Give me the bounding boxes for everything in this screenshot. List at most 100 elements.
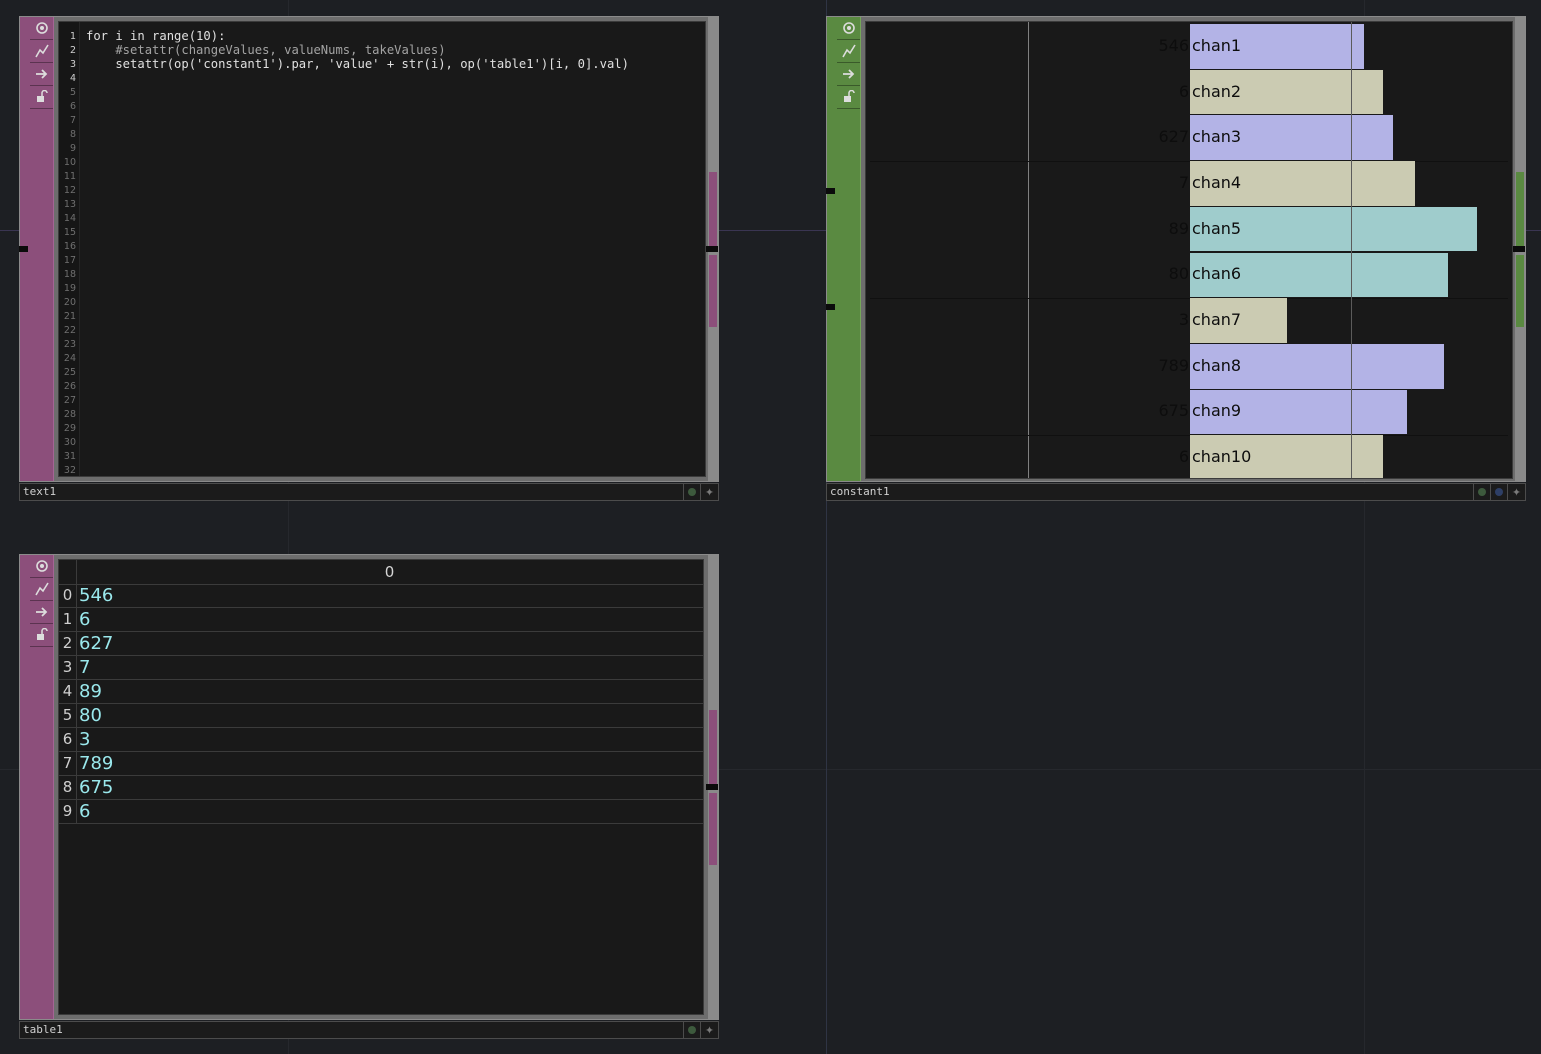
table-cell[interactable]: 80 bbox=[79, 704, 102, 727]
pin-icon[interactable]: ✦ bbox=[1508, 484, 1525, 500]
row-index: 8 bbox=[59, 776, 77, 799]
table-row[interactable]: 63 bbox=[59, 728, 703, 752]
node-frame: 1 2 3 4 5 6 7 8 9 10 11 12 13 14 15 16 17 18 19 20 21 22 23 24 2… bbox=[19, 16, 719, 482]
output-connector[interactable] bbox=[1513, 246, 1525, 252]
channel-row[interactable]: 546 chan1 bbox=[866, 24, 1512, 70]
table-cell[interactable]: 546 bbox=[79, 584, 113, 607]
render-flag-icon[interactable] bbox=[1491, 484, 1508, 500]
table-row[interactable]: 7 789 bbox=[59, 752, 703, 776]
column-header[interactable]: 0 bbox=[76, 560, 703, 585]
display-flag-icon[interactable] bbox=[684, 484, 701, 500]
table-row[interactable]: 5 80 bbox=[59, 704, 703, 728]
bypass-arrow-icon[interactable] bbox=[30, 63, 53, 86]
table-cell[interactable]: 789 bbox=[79, 752, 113, 775]
lock-icon[interactable] bbox=[837, 86, 860, 109]
channel-name: chan3 bbox=[1192, 127, 1242, 147]
channel-name: chan9 bbox=[1192, 401, 1242, 421]
table-cell[interactable]: 627 bbox=[79, 632, 113, 655]
table-row[interactable]: 4 89 bbox=[59, 680, 703, 704]
viewer-active-icon[interactable] bbox=[30, 17, 53, 40]
channel-row[interactable]: 6 chan2 bbox=[866, 69, 1512, 116]
table-row[interactable]: 16 bbox=[59, 608, 703, 632]
input-connector[interactable] bbox=[19, 246, 28, 252]
output-panel bbox=[1513, 17, 1525, 481]
channel-row[interactable]: 789 chan8 bbox=[866, 343, 1512, 390]
line-number: 26 bbox=[63, 381, 76, 392]
pin-icon[interactable]: ✦ bbox=[701, 484, 718, 500]
text1-node[interactable]: 1 2 3 4 5 6 7 8 9 10 11 12 13 14 15 16 17 18 19 20 21 22 23 24 2… bbox=[19, 16, 719, 501]
table-cell[interactable]: 89 bbox=[79, 680, 102, 703]
lock-icon[interactable] bbox=[30, 624, 53, 647]
table-cell[interactable]: 6 bbox=[79, 800, 90, 823]
viewer-active-icon[interactable] bbox=[30, 555, 53, 578]
node-name[interactable]: table1 bbox=[20, 1022, 684, 1038]
table-cell[interactable]: 675 bbox=[79, 776, 113, 799]
output-connector[interactable] bbox=[706, 246, 718, 252]
code-line[interactable]: #setattr(changeValues, valueNums, takeVa… bbox=[86, 43, 705, 57]
display-flag-icon[interactable] bbox=[684, 1022, 701, 1038]
code-line[interactable]: setattr(op('constant1').par, 'value' + s… bbox=[86, 57, 705, 71]
bypass-arrow-icon[interactable] bbox=[30, 601, 53, 624]
constant1-node[interactable]: 546 chan1 6 chan2 627 chan3 7 chan4 89 chan5 80 cha… bbox=[826, 16, 1526, 501]
cook-icon[interactable] bbox=[30, 578, 53, 601]
channel-value: 80 bbox=[1168, 264, 1189, 284]
channel-value: 546 bbox=[1158, 35, 1189, 55]
line-number: 29 bbox=[63, 423, 76, 434]
table-row[interactable]: 2 627 bbox=[59, 632, 703, 656]
table-cell[interactable]: 7 bbox=[79, 656, 90, 679]
output-connector[interactable] bbox=[706, 784, 718, 790]
line-number: 2 bbox=[69, 45, 76, 56]
node-frame: 0 0 546 1 6 2 627 3 7 4 89 5 80 6 3 7 789 8 675 9 6 bbox=[19, 554, 719, 1020]
code-line[interactable]: for i in range(10): bbox=[86, 29, 705, 43]
input-connector[interactable] bbox=[826, 188, 835, 194]
line-number: 9 bbox=[69, 143, 76, 154]
table-cell[interactable]: 3 bbox=[79, 728, 90, 751]
channel-row[interactable]: 675 chan9 bbox=[866, 389, 1512, 436]
lock-icon[interactable] bbox=[30, 86, 53, 109]
table-row[interactable]: 8 675 bbox=[59, 776, 703, 800]
text-viewer[interactable]: 1 2 3 4 5 6 7 8 9 10 11 12 13 14 15 16 17 18 19 20 21 22 23 24 2… bbox=[58, 21, 706, 477]
table-row[interactable]: 0 546 bbox=[59, 584, 703, 608]
bypass-arrow-icon[interactable] bbox=[837, 63, 860, 86]
channel-name: chan8 bbox=[1192, 355, 1242, 375]
node-name[interactable]: text1 bbox=[20, 484, 684, 500]
channel-value: 6 bbox=[1178, 447, 1189, 467]
channel-row[interactable]: 89 chan5 bbox=[866, 206, 1512, 253]
pin-icon[interactable]: ✦ bbox=[701, 1022, 718, 1038]
table-row[interactable]: 37 bbox=[59, 656, 703, 680]
viewer-active-icon[interactable] bbox=[837, 17, 860, 40]
node-name-bar: constant1 ✦ bbox=[826, 483, 1526, 501]
line-number: 28 bbox=[63, 409, 76, 420]
row-index: 3 bbox=[59, 656, 77, 679]
line-number: 1 bbox=[69, 31, 76, 42]
channel-name: chan7 bbox=[1192, 310, 1242, 330]
row-index: 4 bbox=[59, 680, 77, 703]
table-cell[interactable]: 6 bbox=[79, 608, 90, 631]
channel-row[interactable]: 627 chan3 bbox=[866, 115, 1512, 161]
node-name[interactable]: constant1 bbox=[827, 484, 1474, 500]
channel-row[interactable]: 7 chan4 bbox=[866, 161, 1512, 207]
line-number: 31 bbox=[63, 451, 76, 462]
table-row[interactable]: 96 bbox=[59, 800, 703, 824]
row-index: 5 bbox=[59, 704, 77, 727]
channel-value: 627 bbox=[1158, 127, 1189, 147]
line-number-gutter: 1 2 3 4 5 6 7 8 9 10 11 12 13 14 15 16 17 18 19 20 21 22 23 24 2… bbox=[59, 22, 80, 476]
line-number: 14 bbox=[63, 213, 76, 224]
node-frame: 546 chan1 6 chan2 627 chan3 7 chan4 89 chan5 80 cha… bbox=[826, 16, 1526, 482]
channel-viewer[interactable]: 546 chan1 6 chan2 627 chan3 7 chan4 89 chan5 80 cha… bbox=[865, 21, 1513, 479]
line-number: 24 bbox=[63, 353, 76, 364]
channel-row[interactable]: 6 chan10 bbox=[866, 435, 1512, 478]
cook-icon[interactable] bbox=[837, 40, 860, 63]
line-number: 8 bbox=[69, 129, 76, 140]
code-editor[interactable]: for i in range(10): #setattr(changeValue… bbox=[86, 29, 705, 71]
row-index: 0 bbox=[59, 584, 77, 607]
display-flag-icon[interactable] bbox=[1474, 484, 1491, 500]
channel-row[interactable]: 3 chan7 bbox=[866, 298, 1512, 344]
channel-row[interactable]: 80 chan6 bbox=[866, 252, 1512, 299]
input-connector[interactable] bbox=[826, 304, 835, 310]
table1-node[interactable]: 0 0 546 1 6 2 627 3 7 4 89 5 80 6 3 7 789 8 675 9 6 table1 … bbox=[19, 554, 719, 1039]
cook-icon[interactable] bbox=[30, 40, 53, 63]
line-number: 21 bbox=[63, 311, 76, 322]
output-panel bbox=[706, 555, 718, 1019]
table-viewer[interactable]: 0 0 546 1 6 2 627 3 7 4 89 5 80 6 3 7 789 8 675 9 6 bbox=[58, 559, 704, 1015]
